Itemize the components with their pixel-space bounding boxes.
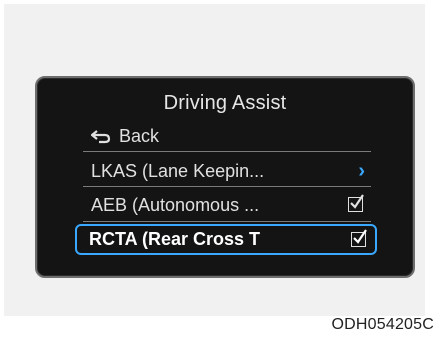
checkbox[interactable] <box>351 229 367 247</box>
menu-title: Driving Assist <box>163 92 287 114</box>
back-button[interactable]: Back <box>79 122 371 151</box>
checkmark-icon <box>350 194 364 209</box>
figure-code: ODH054205C <box>331 316 434 333</box>
menu-item-label: RCTA (Rear Cross T <box>89 229 261 249</box>
menu-item-label: AEB (Autonomous ... <box>91 195 260 215</box>
cluster-display: Driving Assist Back LKAS (Lane Keepin...… <box>35 76 415 278</box>
menu-item-aeb[interactable]: AEB (Autonomous ... <box>79 191 371 220</box>
divider <box>83 151 371 152</box>
menu-item-lkas[interactable]: LKAS (Lane Keepin... › <box>79 157 371 186</box>
checkmark-icon <box>353 229 367 244</box>
divider <box>83 186 371 187</box>
checkbox[interactable] <box>348 194 364 212</box>
menu-item-rcta[interactable]: RCTA (Rear Cross T <box>75 224 377 255</box>
back-label: Back <box>119 126 160 146</box>
divider <box>83 221 371 222</box>
menu-item-label: LKAS (Lane Keepin... <box>91 161 265 181</box>
back-arrow-icon <box>91 130 111 144</box>
chevron-right-icon: › <box>358 160 365 182</box>
